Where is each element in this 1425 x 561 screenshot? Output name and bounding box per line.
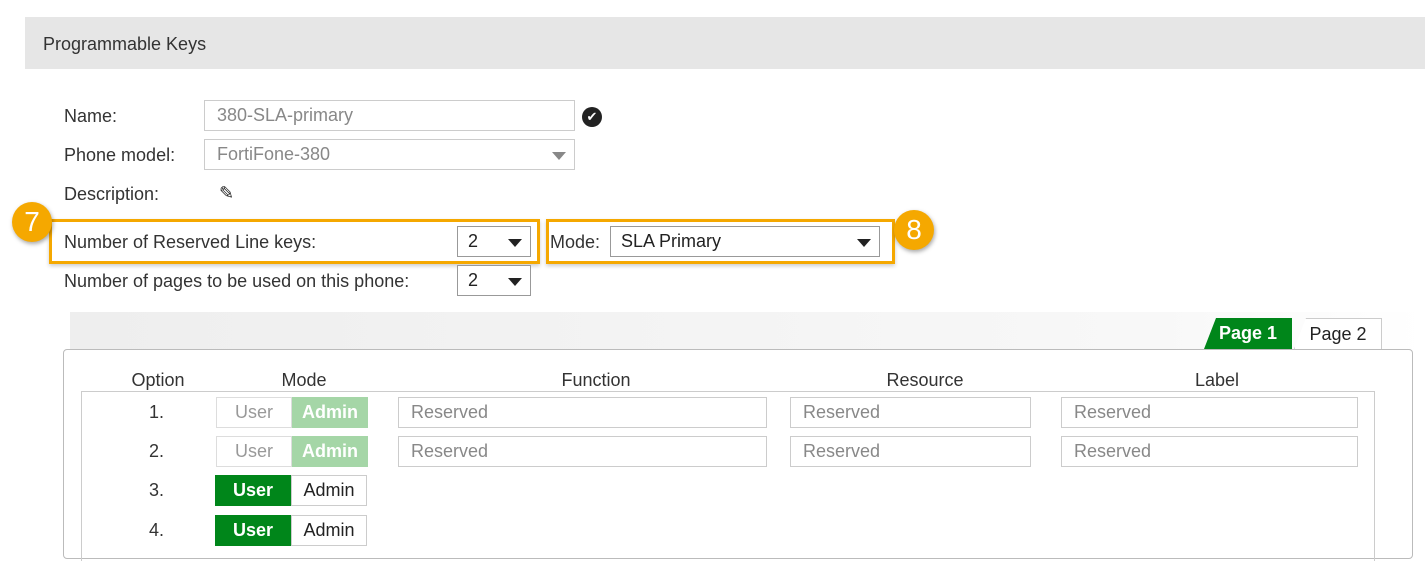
edit-icon[interactable]: ✎ <box>219 183 234 204</box>
admin-mode-button: Admin <box>292 436 368 467</box>
reserved-keys-label: Number of Reserved Line keys: <box>64 232 317 252</box>
label-input[interactable]: Reserved <box>1061 436 1358 467</box>
option-number: 4. <box>148 520 164 540</box>
chevron-down-icon <box>508 278 522 286</box>
section-title: Programmable Keys <box>43 34 207 54</box>
mode-toggle: User Admin <box>215 515 367 546</box>
col-resource: Resource <box>886 370 964 390</box>
table-row: 2. User Admin Reserved Reserved Reserved <box>0 436 1425 467</box>
col-mode: Mode <box>281 370 327 390</box>
section-header: Programmable Keys <box>25 17 1425 69</box>
tab-page-1[interactable]: Page 1 <box>1204 318 1292 349</box>
admin-mode-button[interactable]: Admin <box>291 515 367 546</box>
mode-select[interactable]: SLA Primary <box>610 226 880 257</box>
function-input[interactable]: Reserved <box>398 397 767 428</box>
resource-input[interactable]: Reserved <box>790 397 1031 428</box>
mode-toggle: User Admin <box>216 436 368 467</box>
chevron-down-icon <box>552 152 566 160</box>
phone-model-label: Phone model: <box>64 145 176 165</box>
callout-8-badge: 8 <box>894 210 934 250</box>
user-mode-button: User <box>216 397 292 428</box>
callout-7-badge: 7 <box>12 202 52 242</box>
chevron-down-icon <box>857 239 871 247</box>
col-option: Option <box>131 370 185 390</box>
chevron-down-icon <box>508 239 522 247</box>
mode-toggle: User Admin <box>216 397 368 428</box>
tab-page-2[interactable]: Page 2 <box>1294 318 1382 349</box>
description-label: Description: <box>64 184 160 204</box>
option-number: 3. <box>148 480 164 500</box>
label-input[interactable]: Reserved <box>1061 397 1358 428</box>
table-row: 1. User Admin Reserved Reserved Reserved <box>0 397 1425 428</box>
col-function: Function <box>561 370 631 390</box>
function-input[interactable]: Reserved <box>398 436 767 467</box>
user-mode-button[interactable]: User <box>215 475 291 506</box>
pages-value: 2 <box>468 270 479 290</box>
name-input[interactable]: 380-SLA-primary <box>204 100 575 131</box>
admin-mode-button: Admin <box>292 397 368 428</box>
reserved-keys-select[interactable]: 2 <box>457 226 531 257</box>
option-number: 1. <box>148 402 164 422</box>
pages-select[interactable]: 2 <box>457 265 531 296</box>
phone-model-select[interactable]: FortiFone-380 <box>204 139 575 170</box>
admin-mode-button[interactable]: Admin <box>291 475 367 506</box>
user-mode-button: User <box>216 436 292 467</box>
pages-label: Number of pages to be used on this phone… <box>64 271 410 291</box>
phone-model-value: FortiFone-380 <box>217 144 331 164</box>
col-label: Label <box>1194 370 1240 390</box>
table-row: 3. User Admin <box>0 475 1425 506</box>
mode-value: SLA Primary <box>621 231 722 251</box>
mode-toggle: User Admin <box>215 475 367 506</box>
option-number: 2. <box>148 441 164 461</box>
resource-input[interactable]: Reserved <box>790 436 1031 467</box>
check-icon: ✔ <box>582 107 602 127</box>
name-label: Name: <box>64 106 118 126</box>
user-mode-button[interactable]: User <box>215 515 291 546</box>
mode-label: Mode: <box>550 232 601 252</box>
reserved-keys-value: 2 <box>468 231 479 251</box>
table-row: 4. User Admin <box>0 515 1425 546</box>
